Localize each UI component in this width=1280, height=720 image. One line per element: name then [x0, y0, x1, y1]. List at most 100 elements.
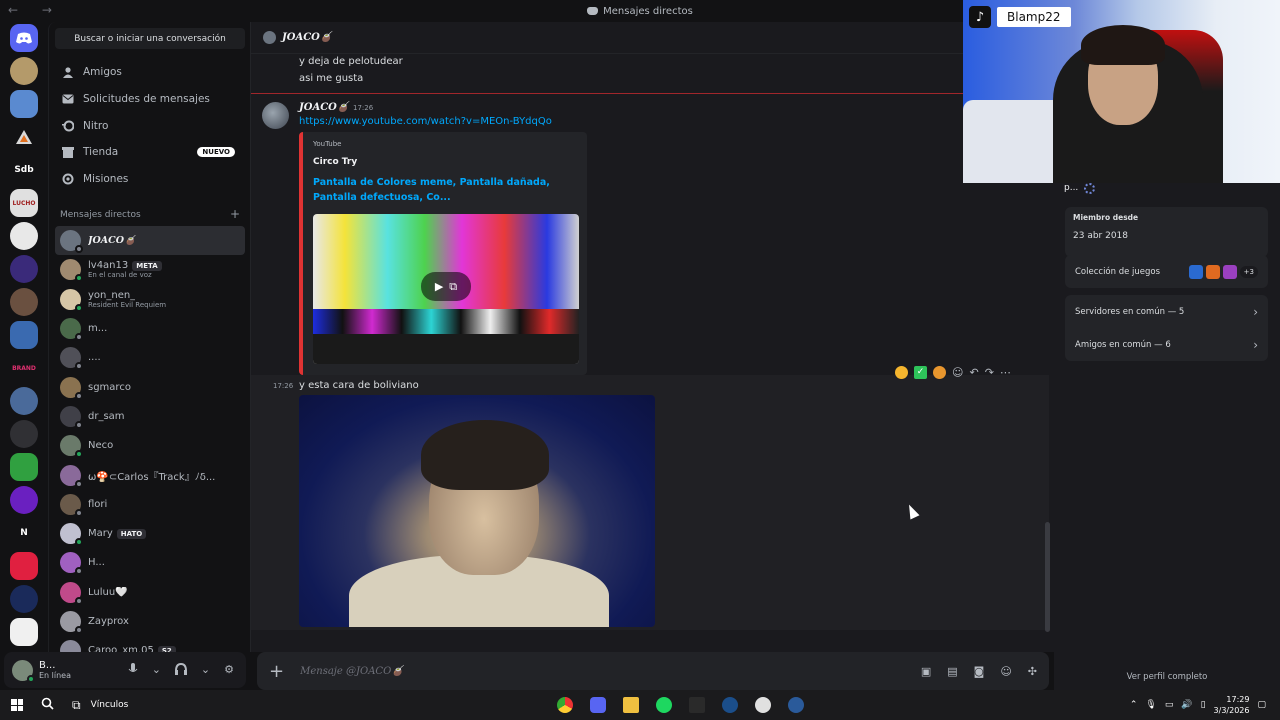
mutual-servers-row[interactable]: Servidores en común — 5 ›	[1065, 295, 1268, 328]
dm-item[interactable]: ....	[55, 343, 245, 372]
check-mark-emoji-icon[interactable]: ✓	[914, 365, 927, 379]
mutual-card: Servidores en común — 5 › Amigos en comú…	[1065, 295, 1268, 361]
server-icon[interactable]	[10, 387, 38, 415]
server-icon[interactable]: N	[10, 519, 38, 547]
volume-icon[interactable]: 🔊	[1181, 700, 1192, 710]
network-icon[interactable]: ▭	[1165, 700, 1174, 710]
microphone-icon[interactable]	[128, 662, 138, 678]
more-options-icon[interactable]: ⋯	[1000, 366, 1011, 379]
add-reaction-icon[interactable]: ☺	[952, 366, 963, 379]
dm-item[interactable]: sgmarco	[55, 372, 245, 401]
server-icon[interactable]: LUCHO	[10, 189, 38, 217]
server-icon[interactable]	[10, 453, 38, 481]
dm-item[interactable]: dr_sam	[55, 402, 245, 431]
embed-author[interactable]: Circo Try	[313, 157, 357, 167]
dm-item[interactable]: flori	[55, 490, 245, 519]
steam-icon[interactable]	[788, 697, 804, 713]
server-icon[interactable]	[10, 288, 38, 316]
youtube-link[interactable]: https://www.youtube.com/watch?v=MEOn-BYd…	[299, 116, 552, 127]
nav-nitro[interactable]: Nitro	[55, 113, 245, 138]
file-explorer-icon[interactable]	[623, 697, 639, 713]
apps-icon[interactable]: ✣	[1028, 665, 1037, 678]
epic-games-icon[interactable]	[689, 697, 705, 713]
notifications-icon[interactable]: ▢	[1257, 700, 1266, 710]
windows-start-icon[interactable]	[11, 699, 23, 711]
message-author-name[interactable]: JOACO🧉	[299, 102, 349, 113]
discord-icon	[587, 7, 599, 15]
chevron-up-icon[interactable]: ⌃	[1130, 700, 1138, 710]
server-icon[interactable]	[10, 222, 38, 250]
reply-icon[interactable]: ↶	[969, 366, 978, 379]
server-icon[interactable]	[10, 486, 38, 514]
game-collection-card[interactable]: Colección de juegos +3	[1065, 255, 1268, 288]
embed-provider[interactable]: YouTube	[313, 140, 341, 148]
chat-scrollbar[interactable]	[1045, 522, 1050, 632]
embed-title[interactable]: Pantalla de Colores meme, Pantalla dañad…	[313, 175, 575, 205]
task-view-icon[interactable]: ⧉	[72, 698, 81, 713]
nav-arrows[interactable]: ← →	[8, 3, 62, 17]
gif-icon[interactable]: ▤	[947, 665, 957, 678]
nav-quests[interactable]: Misiones	[55, 166, 245, 191]
server-icon[interactable]	[10, 552, 38, 580]
server-icon[interactable]	[10, 420, 38, 448]
mutual-friends-row[interactable]: Amigos en común — 6 ›	[1065, 328, 1268, 361]
nav-friends[interactable]: Amigos	[55, 59, 245, 84]
dm-item[interactable]: lv4an13 META En el canal de voz	[55, 255, 245, 284]
nav-shop[interactable]: Tienda NUEVO	[55, 139, 245, 164]
search-conversation-button[interactable]: Buscar o iniciar una conversación	[55, 28, 245, 49]
dm-item[interactable]: ѡ🍄⊂Carlos『Track』ﾉδ...	[55, 460, 245, 489]
clock[interactable]: 17:29 3/3/2026	[1214, 694, 1250, 716]
attach-plus-icon[interactable]: +	[269, 661, 284, 682]
sticker-icon[interactable]: ◙	[974, 665, 985, 678]
spotify-icon[interactable]	[656, 697, 672, 713]
heart-eyes-emoji-icon[interactable]	[895, 365, 908, 379]
message-author-avatar[interactable]	[262, 102, 289, 129]
gift-icon[interactable]: ▣	[921, 665, 931, 678]
discord-home-icon[interactable]	[10, 24, 38, 52]
message-input[interactable]: Mensaje @JOACO🧉	[300, 666, 404, 677]
dm-item[interactable]: Mary HATO	[55, 519, 245, 548]
user-info[interactable]: B... En línea	[39, 660, 71, 680]
server-icon[interactable]	[10, 255, 38, 283]
microphone-icon[interactable]: 🎙	[1145, 700, 1156, 710]
dm-item[interactable]: H...	[55, 548, 245, 577]
video-thumbnail[interactable]: ▶ ⧉	[313, 214, 579, 364]
play-button[interactable]: ▶ ⧉	[421, 272, 471, 301]
server-icon[interactable]	[10, 90, 38, 118]
dm-item[interactable]: Luluu🤍	[55, 578, 245, 607]
forward-icon[interactable]: ↷	[985, 366, 994, 379]
view-full-profile-link[interactable]: Ver perfil completo	[1054, 672, 1280, 682]
server-icon[interactable]	[10, 618, 38, 646]
dm-item[interactable]: JOACO🧉	[55, 226, 245, 256]
server-icon[interactable]	[10, 57, 38, 85]
server-icon[interactable]	[10, 585, 38, 613]
battery-icon[interactable]: ▯	[1201, 700, 1206, 710]
dm-item[interactable]: yon_nen_ Resident Evil Requiem	[55, 285, 245, 314]
discord-icon[interactable]	[590, 697, 606, 713]
triangle-server-icon[interactable]	[10, 123, 38, 151]
message-composer: + Mensaje @JOACO🧉 ▣ ▤ ◙ ☺ ✣	[257, 652, 1049, 690]
app-icon[interactable]	[755, 697, 771, 713]
add-dm-button[interactable]: +	[230, 208, 240, 220]
emoji-icon[interactable]	[933, 365, 946, 379]
user-avatar[interactable]	[12, 659, 35, 683]
server-icon[interactable]: BRAND	[10, 354, 38, 382]
steam-icon[interactable]	[722, 697, 738, 713]
dm-item[interactable]: Neco	[55, 431, 245, 460]
chevron-down-icon[interactable]: ⌄	[201, 663, 210, 678]
dm-item[interactable]: m...	[55, 314, 245, 343]
chrome-icon[interactable]	[557, 697, 573, 713]
server-sdb[interactable]: Sdb	[10, 156, 38, 184]
image-attachment[interactable]	[299, 395, 655, 627]
server-icon[interactable]	[10, 321, 38, 349]
search-icon[interactable]	[41, 697, 54, 713]
dm-text: JOACO🧉	[88, 235, 136, 246]
chevron-down-icon[interactable]: ⌄	[152, 663, 161, 678]
nav-message-requests[interactable]: Solicitudes de mensajes	[55, 86, 245, 111]
chevron-right-icon: ›	[1253, 304, 1258, 319]
links-toolbar-label[interactable]: Vínculos	[91, 700, 129, 710]
emoji-icon[interactable]: ☺	[1000, 665, 1011, 678]
dm-item[interactable]: Zayprox	[55, 607, 245, 636]
headset-icon[interactable]	[174, 662, 187, 678]
settings-gear-icon[interactable]: ⚙	[224, 663, 234, 678]
